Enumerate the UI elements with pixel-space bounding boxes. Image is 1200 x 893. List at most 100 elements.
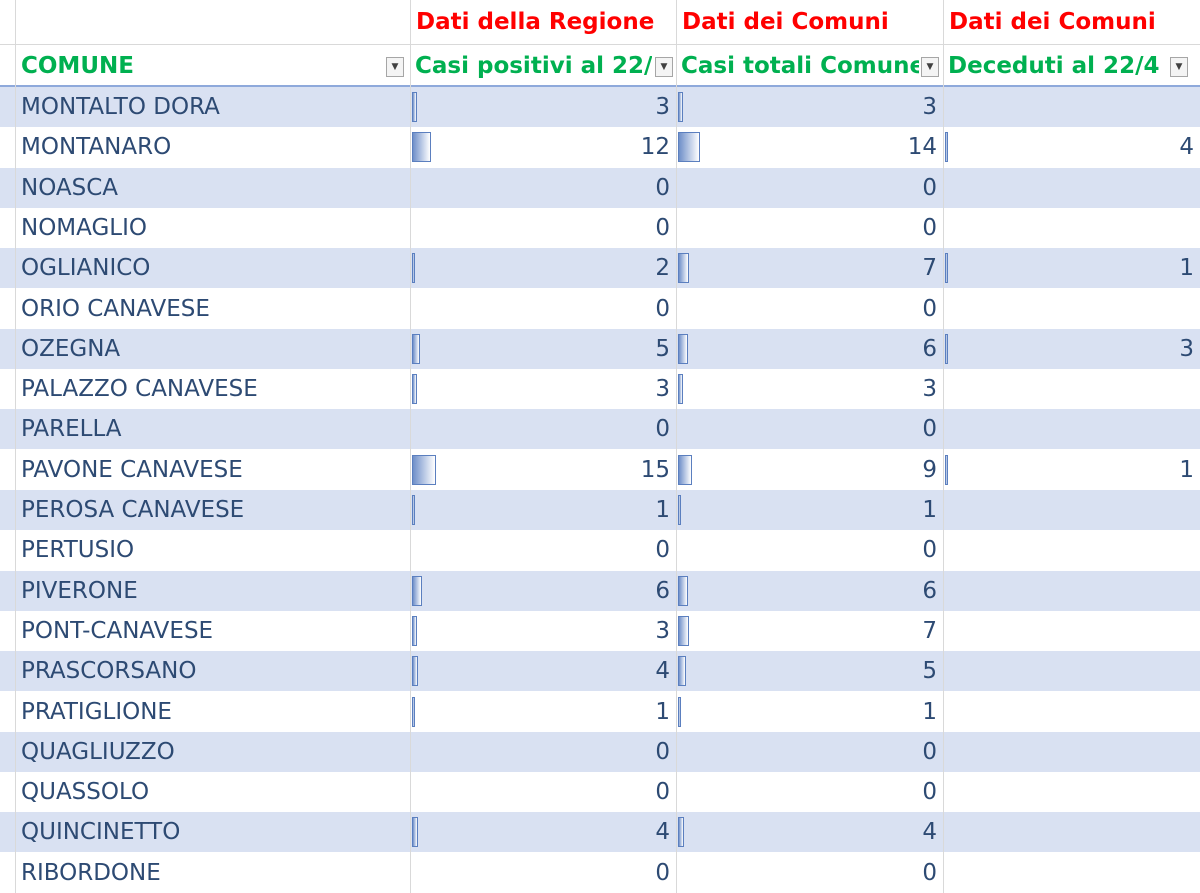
table-row: PRATIGLIONE 1 1	[0, 692, 1200, 732]
cell-comune[interactable]: PEROSA CANAVESE	[16, 490, 410, 530]
sort-filter-icon[interactable]: ▼	[386, 57, 404, 77]
cell-positivi[interactable]: 0	[410, 853, 676, 893]
column-header-positivi[interactable]: Casi positivi al 22/4	[410, 45, 652, 85]
cell-comune[interactable]: NOMAGLIO	[16, 208, 410, 248]
column-header-deceduti[interactable]: Deceduti al 22/4	[943, 45, 1163, 85]
cell-deceduti[interactable]	[943, 409, 1200, 449]
cell-comune[interactable]: OZEGNA	[16, 329, 410, 369]
cell-totali[interactable]: 3	[676, 87, 943, 127]
cell-totali[interactable]: 0	[676, 772, 943, 812]
cell-comune[interactable]: MONTALTO DORA	[16, 87, 410, 127]
cell-deceduti[interactable]	[943, 651, 1200, 691]
cell-positivi[interactable]: 1	[410, 490, 676, 530]
cell-totali[interactable]: 6	[676, 571, 943, 611]
cell-deceduti[interactable]: 4	[943, 127, 1200, 167]
spreadsheet-grid: Dati della Regione Dati dei Comuni Dati …	[0, 0, 1200, 893]
cell-positivi[interactable]: 0	[410, 289, 676, 329]
cell-comune[interactable]: RIBORDONE	[16, 853, 410, 893]
cell-positivi[interactable]: 0	[410, 530, 676, 570]
cell-comune[interactable]: NOASCA	[16, 168, 410, 208]
cell-comune[interactable]: PERTUSIO	[16, 530, 410, 570]
column-header-row: COMUNE ▼ Casi positivi al 22/4 ▼ Casi to…	[0, 45, 1200, 87]
cell-value: 15	[640, 456, 670, 483]
cell-totali[interactable]: 5	[676, 651, 943, 691]
cell-deceduti[interactable]: 3	[943, 329, 1200, 369]
cell-deceduti[interactable]	[943, 208, 1200, 248]
data-bar	[678, 253, 689, 284]
table-row: QUINCINETTO 4 4	[0, 812, 1200, 853]
cell-positivi[interactable]: 4	[410, 651, 676, 691]
cell-positivi[interactable]: 0	[410, 409, 676, 449]
cell-totali[interactable]: 0	[676, 732, 943, 772]
cell-positivi[interactable]: 1	[410, 692, 676, 732]
cell-totali[interactable]: 14	[676, 127, 943, 167]
cell-comune[interactable]: MONTANARO	[16, 127, 410, 167]
table-row: PRASCORSANO 4 5	[0, 651, 1200, 692]
cell-totali[interactable]: 0	[676, 168, 943, 208]
cell-positivi[interactable]: 3	[410, 611, 676, 651]
cell-totali[interactable]: 1	[676, 490, 943, 530]
cell-comune[interactable]: QUAGLIUZZO	[16, 732, 410, 772]
cell-deceduti[interactable]	[943, 369, 1200, 409]
cell-deceduti[interactable]	[943, 853, 1200, 893]
data-bar	[678, 92, 683, 122]
cell-positivi[interactable]: 3	[410, 369, 676, 409]
cell-totali[interactable]: 7	[676, 248, 943, 288]
cell-positivi[interactable]: 15	[410, 450, 676, 490]
group-title-comuni[interactable]: Dati dei Comuni	[676, 0, 943, 44]
cell-comune[interactable]: PONT-CANAVESE	[16, 611, 410, 651]
cell-comune[interactable]: PALAZZO CANAVESE	[16, 369, 410, 409]
cell-positivi[interactable]: 0	[410, 208, 676, 248]
cell-positivi[interactable]: 0	[410, 168, 676, 208]
cell-deceduti[interactable]	[943, 732, 1200, 772]
cell-totali[interactable]: 3	[676, 369, 943, 409]
cell-comune[interactable]: PAVONE CANAVESE	[16, 450, 410, 490]
cell-totali[interactable]: 0	[676, 530, 943, 570]
cell-deceduti[interactable]	[943, 772, 1200, 812]
cell-positivi[interactable]: 6	[410, 571, 676, 611]
cell-positivi[interactable]: 3	[410, 87, 676, 127]
cell-deceduti[interactable]	[943, 87, 1200, 127]
cell-totali[interactable]: 9	[676, 450, 943, 490]
cell-totali[interactable]: 4	[676, 812, 943, 852]
group-title-comuni[interactable]: Dati dei Comuni	[943, 0, 1200, 44]
cell-totali[interactable]: 0	[676, 289, 943, 329]
cell-deceduti[interactable]: 1	[943, 450, 1200, 490]
group-title-regione[interactable]: Dati della Regione	[410, 0, 676, 44]
table-row: QUAGLIUZZO 0 0	[0, 731, 1200, 772]
cell-comune[interactable]: QUASSOLO	[16, 772, 410, 812]
cell-positivi[interactable]: 5	[410, 329, 676, 369]
cell-totali[interactable]: 1	[676, 692, 943, 732]
cell-positivi[interactable]: 0	[410, 772, 676, 812]
cell-comune[interactable]: OGLIANICO	[16, 248, 410, 288]
cell-deceduti[interactable]	[943, 530, 1200, 570]
cell-positivi[interactable]: 2	[410, 248, 676, 288]
cell-deceduti[interactable]	[943, 692, 1200, 732]
dropdown-arrow-icon[interactable]: ▼	[655, 57, 673, 77]
cell-deceduti[interactable]: 1	[943, 248, 1200, 288]
cell-deceduti[interactable]	[943, 571, 1200, 611]
cell-deceduti[interactable]	[943, 611, 1200, 651]
cell-positivi[interactable]: 4	[410, 812, 676, 852]
cell-totali[interactable]: 6	[676, 329, 943, 369]
column-header-comune[interactable]: COMUNE	[16, 45, 410, 85]
column-header-totali[interactable]: Casi totali Comune	[676, 45, 919, 85]
cell-totali[interactable]: 7	[676, 611, 943, 651]
cell-deceduti[interactable]	[943, 289, 1200, 329]
cell-positivi[interactable]: 12	[410, 127, 676, 167]
cell-deceduti[interactable]	[943, 812, 1200, 852]
cell-positivi[interactable]: 0	[410, 732, 676, 772]
cell-comune[interactable]: PIVERONE	[16, 571, 410, 611]
cell-comune[interactable]: ORIO CANAVESE	[16, 289, 410, 329]
cell-totali[interactable]: 0	[676, 853, 943, 893]
cell-comune[interactable]: PARELLA	[16, 409, 410, 449]
dropdown-arrow-icon[interactable]: ▼	[921, 57, 939, 77]
cell-deceduti[interactable]	[943, 490, 1200, 530]
cell-comune[interactable]: PRATIGLIONE	[16, 692, 410, 732]
cell-totali[interactable]: 0	[676, 409, 943, 449]
cell-comune[interactable]: QUINCINETTO	[16, 812, 410, 852]
cell-comune[interactable]: PRASCORSANO	[16, 651, 410, 691]
dropdown-arrow-icon[interactable]: ▼	[1170, 57, 1188, 77]
cell-deceduti[interactable]	[943, 168, 1200, 208]
cell-totali[interactable]: 0	[676, 208, 943, 248]
